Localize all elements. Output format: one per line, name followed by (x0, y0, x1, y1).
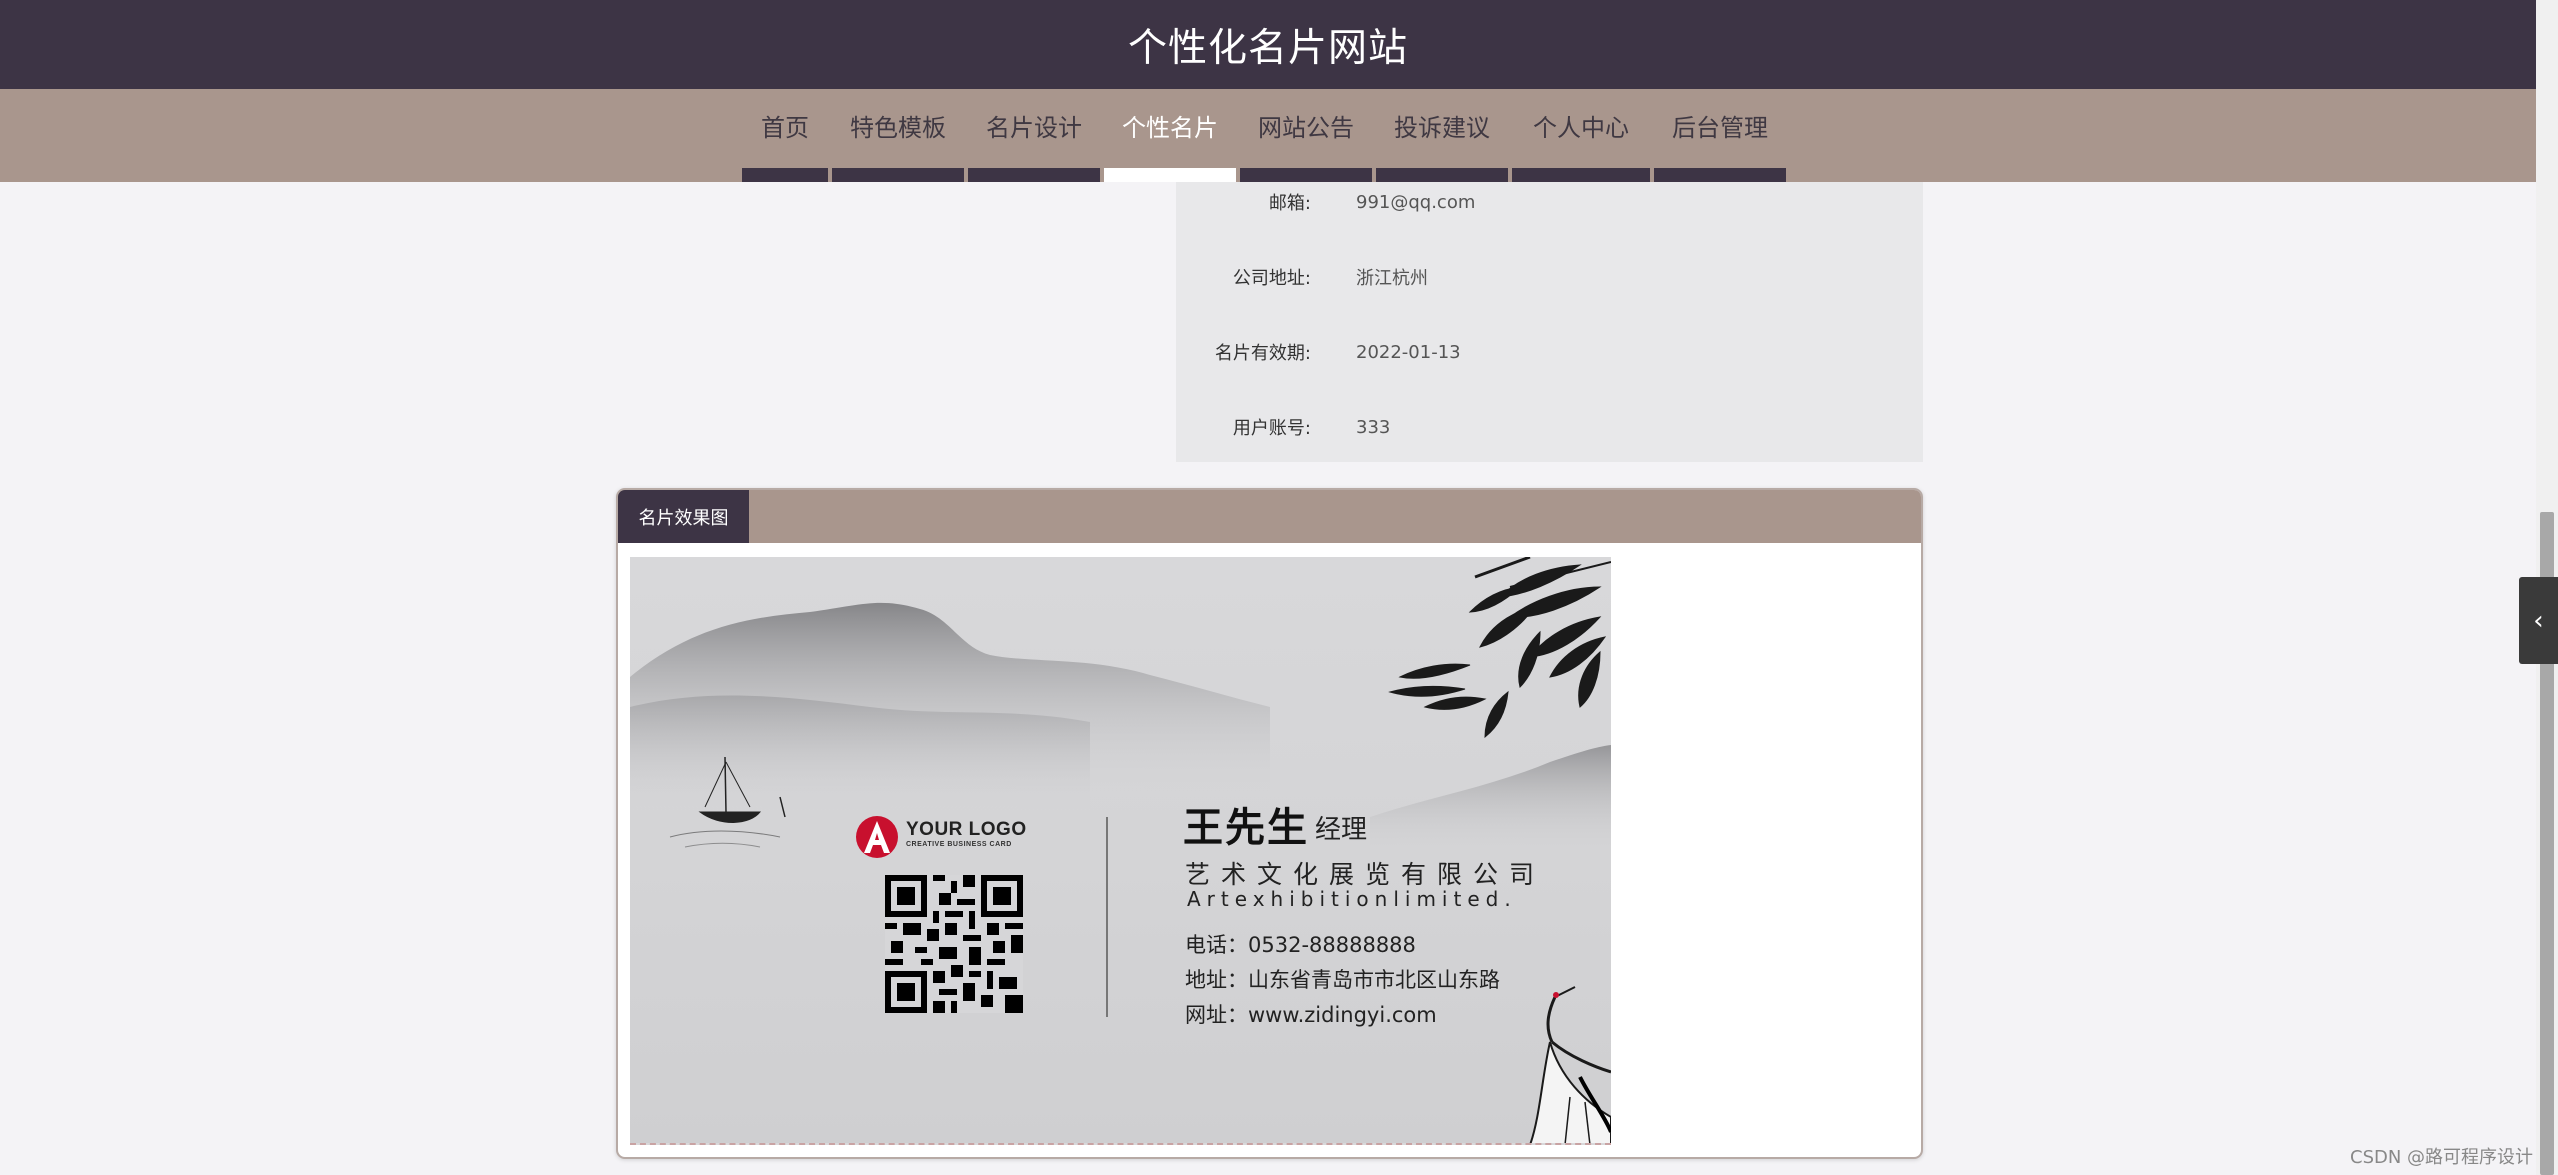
site-header: 个性化名片网站 (0, 0, 2536, 89)
nav-item-label: 投诉建议 (1394, 114, 1490, 142)
nav-item-underline (1376, 168, 1508, 182)
card-phone: 电话：0532-88888888 (1185, 933, 1416, 957)
card-company-name-cn: 艺术文化展览有限公司 (1185, 860, 1546, 889)
nav-item-label: 首页 (761, 114, 809, 142)
nav-item-label: 网站公告 (1258, 114, 1354, 142)
info-label: 邮箱: (1268, 193, 1311, 214)
info-value: 991@qq.com (1356, 191, 1476, 213)
side-panel-toggle[interactable]: ‹ (2519, 577, 2558, 664)
info-row-email: 邮箱: 991@qq.com (1176, 182, 1923, 222)
card-company-name-en: Artexhibitionlimited. (1187, 887, 1517, 911)
card-person-title: 经理 (1315, 815, 1368, 845)
logo-a-icon (856, 816, 898, 858)
tab-card-preview[interactable]: 名片效果图 (618, 490, 749, 543)
nav-item-feedback[interactable]: 投诉建议 (1374, 89, 1510, 182)
nav-item-home[interactable]: 首页 (740, 89, 830, 182)
nav-item-underline (832, 168, 964, 182)
info-value: 浙江杭州 (1356, 268, 1428, 289)
nav-item-label: 名片设计 (986, 114, 1082, 142)
nav-item-announcements[interactable]: 网站公告 (1238, 89, 1374, 182)
nav-item-label: 后台管理 (1672, 114, 1768, 142)
nav-item-label: 特色模板 (850, 114, 946, 142)
card-preview-panel: 名片效果图 YOUR LOGO CREATIVE BUSINESS CARD 王… (616, 488, 1923, 1159)
ink-landscape-illustration (630, 557, 1611, 1143)
nav-item-user-center[interactable]: 个人中心 (1510, 89, 1652, 182)
info-row-validity: 名片有效期: 2022-01-13 (1176, 332, 1923, 372)
logo-text: YOUR LOGO (906, 819, 1027, 840)
nav-item-label: 个人中心 (1533, 114, 1629, 142)
nav-item-card-design[interactable]: 名片设计 (966, 89, 1102, 182)
card-info-panel: 邮箱: 991@qq.com 公司地址: 浙江杭州 名片有效期: 2022-01… (1176, 182, 1923, 462)
nav-item-underline (1512, 168, 1650, 182)
chevron-left-icon: ‹ (2533, 605, 2544, 636)
card-divider (1106, 817, 1108, 1017)
info-value: 333 (1356, 416, 1391, 438)
nav-item-label: 个性名片 (1122, 114, 1218, 142)
nav-items: 首页 特色模板 名片设计 个性名片 网站公告 投诉建议 个人中心 后台管理 (740, 89, 1788, 182)
nav-item-underline (1654, 168, 1786, 182)
info-label: 名片有效期: (1214, 343, 1311, 364)
nav-item-underline (1240, 168, 1372, 182)
panel-header: 名片效果图 (618, 490, 1921, 543)
site-title: 个性化名片网站 (1127, 25, 1408, 71)
watermark: CSDN @路可程序设计 (2350, 1147, 2534, 1168)
nav-item-underline (968, 168, 1100, 182)
info-row-company-address: 公司地址: 浙江杭州 (1176, 257, 1923, 297)
nav-item-personal-card[interactable]: 个性名片 (1102, 89, 1238, 182)
card-address: 地址：山东省青岛市市北区山东路 (1185, 968, 1500, 992)
business-card-image: YOUR LOGO CREATIVE BUSINESS CARD 王先生 经理 … (630, 557, 1611, 1145)
info-value: 2022-01-13 (1356, 341, 1461, 363)
nav-item-templates[interactable]: 特色模板 (830, 89, 966, 182)
info-row-account: 用户账号: 333 (1176, 407, 1923, 447)
nav-item-admin[interactable]: 后台管理 (1652, 89, 1788, 182)
nav-item-underline (1104, 168, 1236, 182)
card-website: 网址：www.zidingyi.com (1185, 1003, 1437, 1027)
logo-subtitle: CREATIVE BUSINESS CARD (906, 841, 1012, 848)
nav-item-underline (742, 168, 828, 182)
card-person-name: 王先生 (1183, 804, 1309, 851)
qr-code-icon (885, 875, 1023, 1013)
main-nav: 首页 特色模板 名片设计 个性名片 网站公告 投诉建议 个人中心 后台管理 (0, 89, 2536, 182)
info-label: 用户账号: (1232, 418, 1311, 439)
info-label: 公司地址: (1232, 268, 1311, 289)
